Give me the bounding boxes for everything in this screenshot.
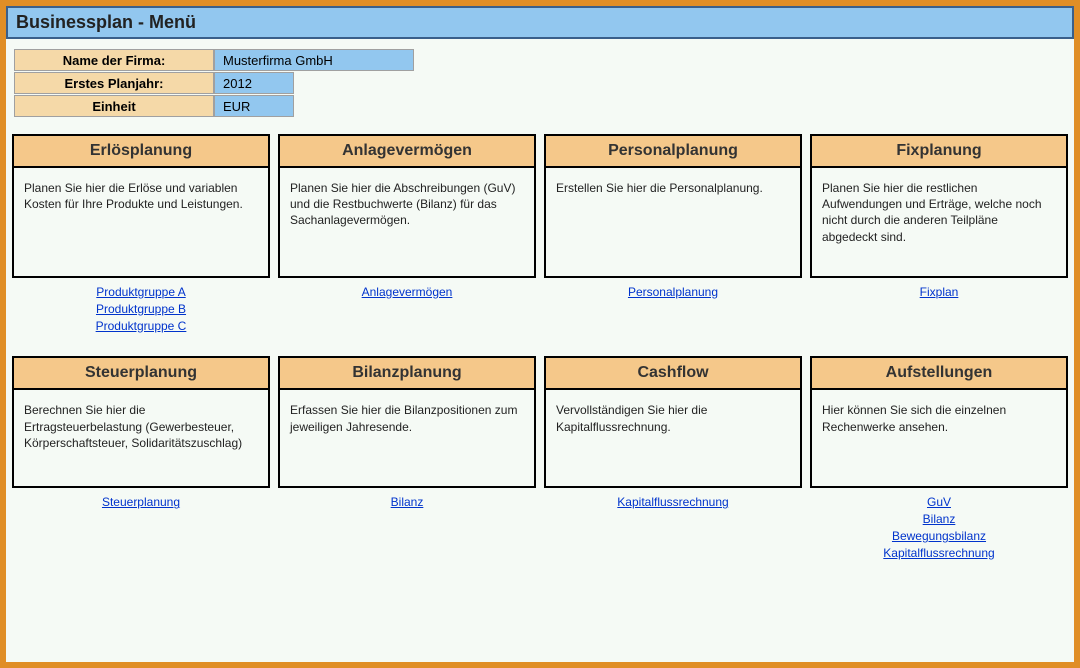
meta-value-unit[interactable]: EUR	[214, 95, 294, 117]
card-header: Cashflow	[546, 358, 800, 390]
page-title: Businessplan - Menü	[6, 6, 1074, 39]
link-personalplanung[interactable]: Personalplanung	[548, 284, 798, 301]
card-desc: Planen Sie hier die Abschreibungen (GuV)…	[280, 168, 534, 276]
link-steuerplanung[interactable]: Steuerplanung	[16, 494, 266, 511]
meta-row-unit: Einheit EUR	[6, 95, 1074, 117]
page: Businessplan - Menü Name der Firma: Must…	[0, 0, 1080, 668]
card-bilanzplanung: Bilanzplanung Erfassen Sie hier die Bila…	[274, 356, 540, 563]
link-produktgruppe-a[interactable]: Produktgruppe A	[16, 284, 266, 301]
card-links: GuV Bilanz Bewegungsbilanz Kapitalflussr…	[810, 488, 1068, 563]
card-links: Steuerplanung	[12, 488, 270, 558]
link-kapitalflussrechnung[interactable]: Kapitalflussrechnung	[548, 494, 798, 511]
link-bewegungsbilanz[interactable]: Bewegungsbilanz	[814, 528, 1064, 545]
card-header: Anlagevermögen	[280, 136, 534, 168]
card-desc: Vervollständigen Sie hier die Kapitalflu…	[546, 390, 800, 486]
card-links: Personalplanung	[544, 278, 802, 332]
link-bilanz-2[interactable]: Bilanz	[814, 511, 1064, 528]
card-desc: Erfassen Sie hier die Bilanzpositionen z…	[280, 390, 534, 486]
meta-section: Name der Firma: Musterfirma GmbH Erstes …	[6, 39, 1074, 128]
meta-value-name[interactable]: Musterfirma GmbH	[214, 49, 414, 71]
card-anlagevermoegen: Anlagevermögen Planen Sie hier die Absch…	[274, 134, 540, 340]
link-produktgruppe-c[interactable]: Produktgruppe C	[16, 318, 266, 335]
card-steuerplanung: Steuerplanung Berechnen Sie hier die Ert…	[8, 356, 274, 563]
meta-row-year: Erstes Planjahr: 2012	[6, 72, 1074, 94]
link-guv[interactable]: GuV	[814, 494, 1064, 511]
card-erloesplanung: Erlösplanung Planen Sie hier die Erlöse …	[8, 134, 274, 340]
meta-label-name: Name der Firma:	[14, 49, 214, 71]
meta-label-year: Erstes Planjahr:	[14, 72, 214, 94]
link-anlagevermoegen[interactable]: Anlagevermögen	[282, 284, 532, 301]
card-header: Fixplanung	[812, 136, 1066, 168]
card-links: Anlagevermögen	[278, 278, 536, 332]
card-header: Erlösplanung	[14, 136, 268, 168]
card-desc: Erstellen Sie hier die Personalplanung.	[546, 168, 800, 276]
card-desc: Berechnen Sie hier die Ertragsteuerbelas…	[14, 390, 268, 486]
card-header: Bilanzplanung	[280, 358, 534, 390]
card-header: Steuerplanung	[14, 358, 268, 390]
card-header: Personalplanung	[546, 136, 800, 168]
card-desc: Planen Sie hier die Erlöse und variablen…	[14, 168, 268, 276]
card-links: Fixplan	[810, 278, 1068, 332]
card-desc: Planen Sie hier die restlichen Aufwendun…	[812, 168, 1066, 276]
link-produktgruppe-b[interactable]: Produktgruppe B	[16, 301, 266, 318]
card-aufstellungen: Aufstellungen Hier können Sie sich die e…	[806, 356, 1072, 563]
spacer	[6, 340, 1074, 350]
card-cashflow: Cashflow Vervollständigen Sie hier die K…	[540, 356, 806, 563]
link-kapitalflussrechnung-2[interactable]: Kapitalflussrechnung	[814, 545, 1064, 562]
meta-row-name: Name der Firma: Musterfirma GmbH	[6, 49, 1074, 71]
card-personalplanung: Personalplanung Erstellen Sie hier die P…	[540, 134, 806, 340]
cards-row-1: Erlösplanung Planen Sie hier die Erlöse …	[6, 134, 1074, 340]
card-links: Kapitalflussrechnung	[544, 488, 802, 558]
meta-label-unit: Einheit	[14, 95, 214, 117]
card-links: Produktgruppe A Produktgruppe B Produktg…	[12, 278, 270, 340]
card-fixplanung: Fixplanung Planen Sie hier die restliche…	[806, 134, 1072, 340]
card-header: Aufstellungen	[812, 358, 1066, 390]
link-fixplan[interactable]: Fixplan	[814, 284, 1064, 301]
card-desc: Hier können Sie sich die einzelnen Reche…	[812, 390, 1066, 486]
card-links: Bilanz	[278, 488, 536, 558]
meta-value-year[interactable]: 2012	[214, 72, 294, 94]
link-bilanz[interactable]: Bilanz	[282, 494, 532, 511]
cards-row-2: Steuerplanung Berechnen Sie hier die Ert…	[6, 356, 1074, 563]
